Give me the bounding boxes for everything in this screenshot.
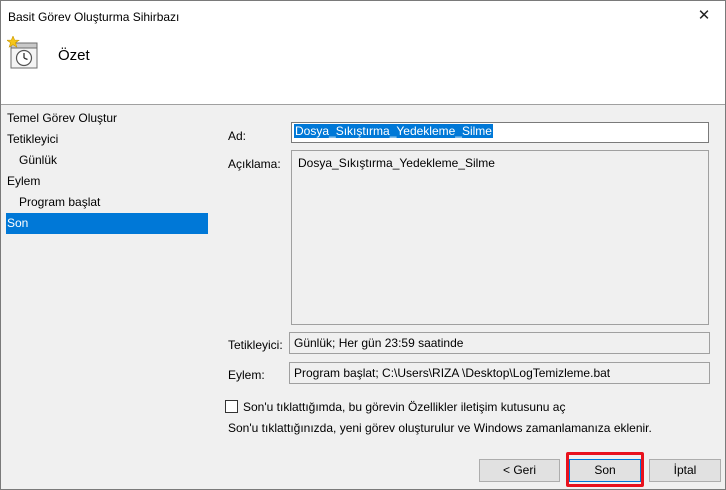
wizard-header: Özet — [1, 33, 725, 105]
action-field: Program başlat; C:\Users\RIZA \Desktop\L… — [289, 362, 710, 384]
nav-step-action[interactable]: Eylem — [6, 171, 208, 192]
wizard-window: Basit Görev Oluşturma Sihirbazı ✕ Özet T… — [0, 0, 726, 490]
description-field[interactable]: Dosya_Sıkıştırma_Yedekleme_Silme — [291, 150, 709, 325]
open-properties-checkbox[interactable] — [225, 400, 238, 413]
task-name-input[interactable]: Dosya_Sıkıştırma_Yedekleme_Silme — [291, 122, 709, 143]
title-bar: Basit Görev Oluşturma Sihirbazı ✕ — [1, 1, 725, 33]
cancel-button[interactable]: İptal — [649, 459, 721, 482]
action-label: Eylem: — [228, 368, 265, 382]
nav-step-daily[interactable]: Günlük — [6, 150, 208, 171]
finish-button[interactable]: Son — [569, 459, 641, 482]
trigger-label: Tetikleyici: — [228, 338, 283, 352]
back-button[interactable]: < Geri — [479, 459, 560, 482]
window-title: Basit Görev Oluşturma Sihirbazı — [8, 10, 180, 24]
wizard-step-list: Temel Görev Oluştur Tetikleyici Günlük E… — [6, 108, 208, 234]
description-label: Açıklama: — [228, 157, 281, 171]
page-title: Özet — [58, 47, 90, 64]
name-label: Ad: — [228, 129, 247, 143]
description-value: Dosya_Sıkıştırma_Yedekleme_Silme — [298, 156, 495, 170]
trigger-field: Günlük; Her gün 23:59 saatinde — [289, 332, 710, 354]
nav-step-start-program[interactable]: Program başlat — [6, 192, 208, 213]
nav-step-trigger[interactable]: Tetikleyici — [6, 129, 208, 150]
nav-step-create-basic-task[interactable]: Temel Görev Oluştur — [6, 108, 208, 129]
task-clock-icon — [7, 36, 38, 69]
nav-step-finish[interactable]: Son — [6, 213, 208, 234]
trigger-value: Günlük; Her gün 23:59 saatinde — [294, 336, 464, 350]
finish-note: Son'u tıklattığınızda, yeni görev oluştu… — [228, 421, 652, 435]
task-name-value: Dosya_Sıkıştırma_Yedekleme_Silme — [294, 124, 493, 138]
action-value: Program başlat; C:\Users\RIZA \Desktop\L… — [294, 366, 611, 380]
close-button[interactable]: ✕ — [691, 5, 717, 27]
open-properties-label[interactable]: Son'u tıklattığımda, bu görevin Özellikl… — [243, 400, 565, 414]
